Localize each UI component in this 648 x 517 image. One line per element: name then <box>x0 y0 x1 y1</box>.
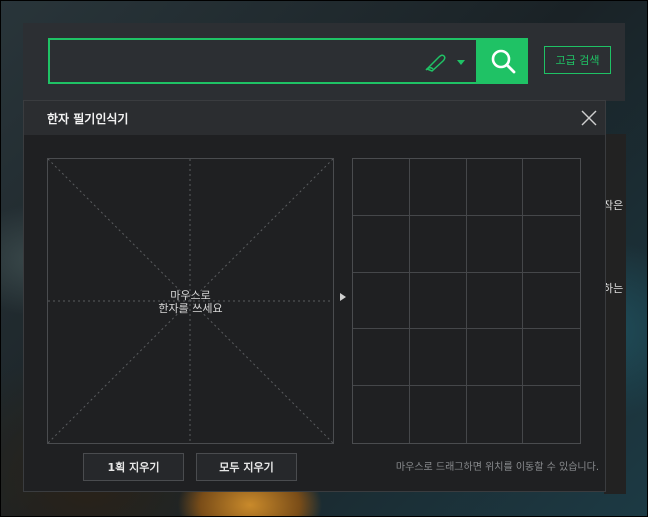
canvas-hint-line2: 한자를 쓰세요 <box>158 302 223 315</box>
pen-icon[interactable] <box>424 52 448 72</box>
search-box[interactable] <box>48 38 478 84</box>
candidate-cell[interactable] <box>466 215 524 273</box>
candidate-cell[interactable] <box>409 272 467 330</box>
handwriting-canvas[interactable]: 마우스로 한자를 쓰세요 <box>47 158 334 444</box>
candidate-cell[interactable] <box>466 159 524 216</box>
candidate-cell[interactable] <box>409 159 467 216</box>
candidate-cell[interactable] <box>353 272 410 330</box>
panel-header: 한자 필기인식기 <box>24 101 605 135</box>
side-text-1: 작은 <box>603 199 624 212</box>
candidate-cell[interactable] <box>523 386 580 443</box>
candidate-cell[interactable] <box>523 329 580 387</box>
candidate-cell[interactable] <box>409 215 467 273</box>
candidate-cell[interactable] <box>353 386 410 443</box>
canvas-hint-line1: 마우스로 <box>170 289 211 302</box>
search-icon <box>491 49 516 74</box>
candidate-cell[interactable] <box>410 386 467 443</box>
candidate-cell[interactable] <box>523 216 580 273</box>
hanja-handwriting-panel: 한자 필기인식기 마우스로 한자를 쓰세요 1획 지우기 모두 지우기 마우스로… <box>23 100 606 492</box>
candidate-cell[interactable] <box>523 273 580 330</box>
candidate-cell[interactable] <box>523 159 580 216</box>
candidate-cell[interactable] <box>467 386 524 443</box>
advanced-search-button[interactable]: 고급 검색 <box>544 46 611 74</box>
close-icon[interactable] <box>580 109 598 127</box>
candidate-cell[interactable] <box>466 329 524 387</box>
clear-stroke-button[interactable]: 1획 지우기 <box>83 453 184 481</box>
clear-all-button[interactable]: 모두 지우기 <box>196 453 297 481</box>
candidate-grid <box>352 158 581 444</box>
search-button[interactable] <box>478 38 528 84</box>
candidate-cell[interactable] <box>353 329 410 387</box>
arrow-right-icon <box>340 293 346 301</box>
drag-hint: 마우스로 드래그하면 위치를 이동할 수 있습니다. <box>395 462 599 473</box>
canvas-hint: 마우스로 한자를 쓰세요 <box>48 289 333 315</box>
page-content-strip <box>604 134 626 494</box>
chevron-down-icon[interactable] <box>455 57 467 67</box>
side-text-2: 하는 <box>603 282 624 295</box>
candidate-cell[interactable] <box>466 272 524 330</box>
candidate-cell[interactable] <box>353 159 410 216</box>
candidate-cell[interactable] <box>409 329 467 387</box>
panel-title: 한자 필기인식기 <box>47 112 129 126</box>
search-input[interactable] <box>60 50 404 76</box>
candidate-cell[interactable] <box>353 215 410 273</box>
